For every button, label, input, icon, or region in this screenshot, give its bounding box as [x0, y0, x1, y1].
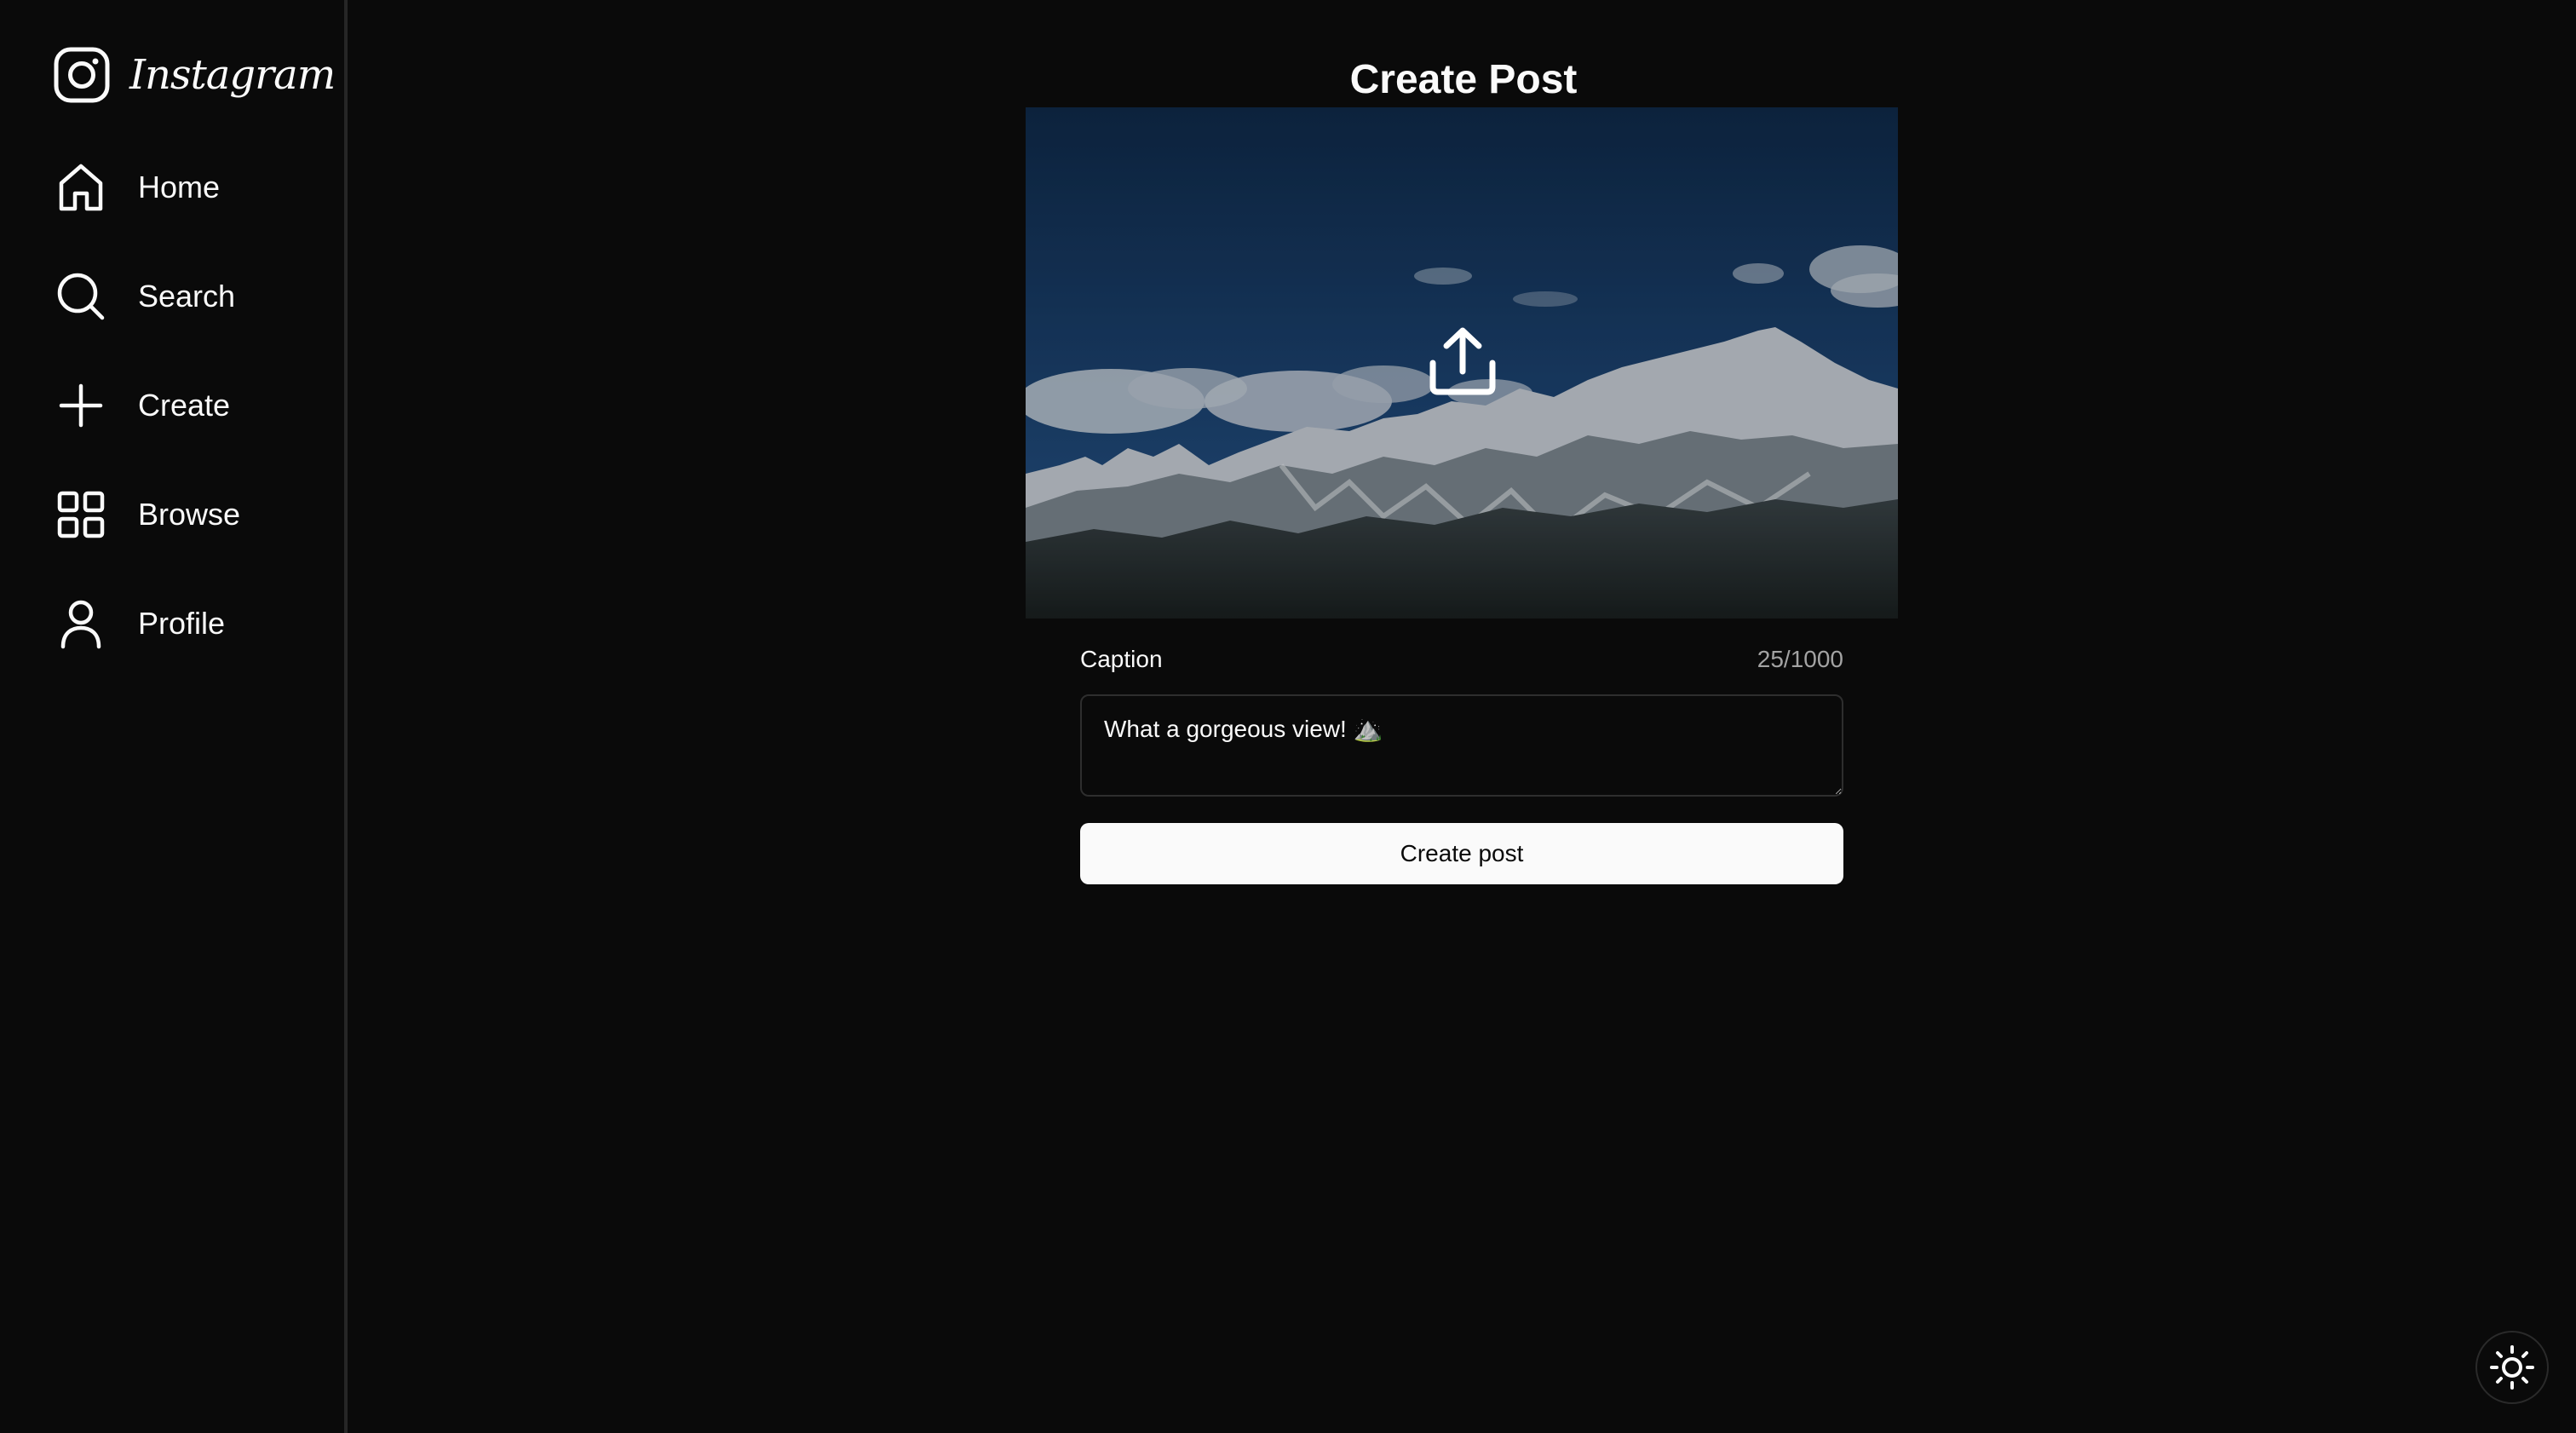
sidebar-item-label: Profile [138, 606, 226, 641]
sidebar-nav: Home Search Create Browse Profile [53, 153, 240, 699]
caption-character-count: 25/1000 [1757, 646, 1843, 672]
search-icon [57, 273, 105, 320]
grid-icon [57, 491, 105, 538]
sidebar-item-home[interactable]: Home [53, 153, 240, 222]
caption-input[interactable]: What a gorgeous view! ⛰️ [1080, 694, 1843, 797]
theme-toggle-button[interactable] [2475, 1331, 2549, 1404]
instagram-logo-icon [54, 47, 110, 103]
sidebar-item-label: Create [138, 388, 231, 423]
image-upload-area[interactable] [1026, 107, 1898, 619]
brand-name: Instagram [129, 51, 336, 99]
home-icon [59, 164, 103, 211]
caption-label: Caption [1080, 646, 1163, 672]
sidebar-item-label: Search [138, 279, 236, 314]
sidebar: Instagram Home Search Create Browse Prof… [0, 0, 348, 1433]
sidebar-item-label: Home [138, 170, 221, 204]
sun-icon [2490, 1345, 2534, 1390]
sidebar-item-browse[interactable]: Browse [53, 481, 240, 549]
sidebar-item-search[interactable]: Search [53, 262, 240, 331]
create-post-button[interactable]: Create post [1080, 823, 1843, 884]
upload-icon [1429, 327, 1496, 395]
brand[interactable]: Instagram [53, 44, 336, 106]
main-content: Create Post Caption 25/1000 What a gorge… [351, 0, 2576, 1433]
user-icon [60, 600, 101, 649]
sidebar-item-create[interactable]: Create [53, 371, 240, 440]
caption-header: Caption 25/1000 [1080, 646, 1843, 673]
sidebar-item-profile[interactable]: Profile [53, 590, 240, 658]
page-title: Create Post [1349, 57, 1578, 103]
plus-icon [59, 383, 103, 428]
sidebar-item-label: Browse [138, 497, 241, 532]
